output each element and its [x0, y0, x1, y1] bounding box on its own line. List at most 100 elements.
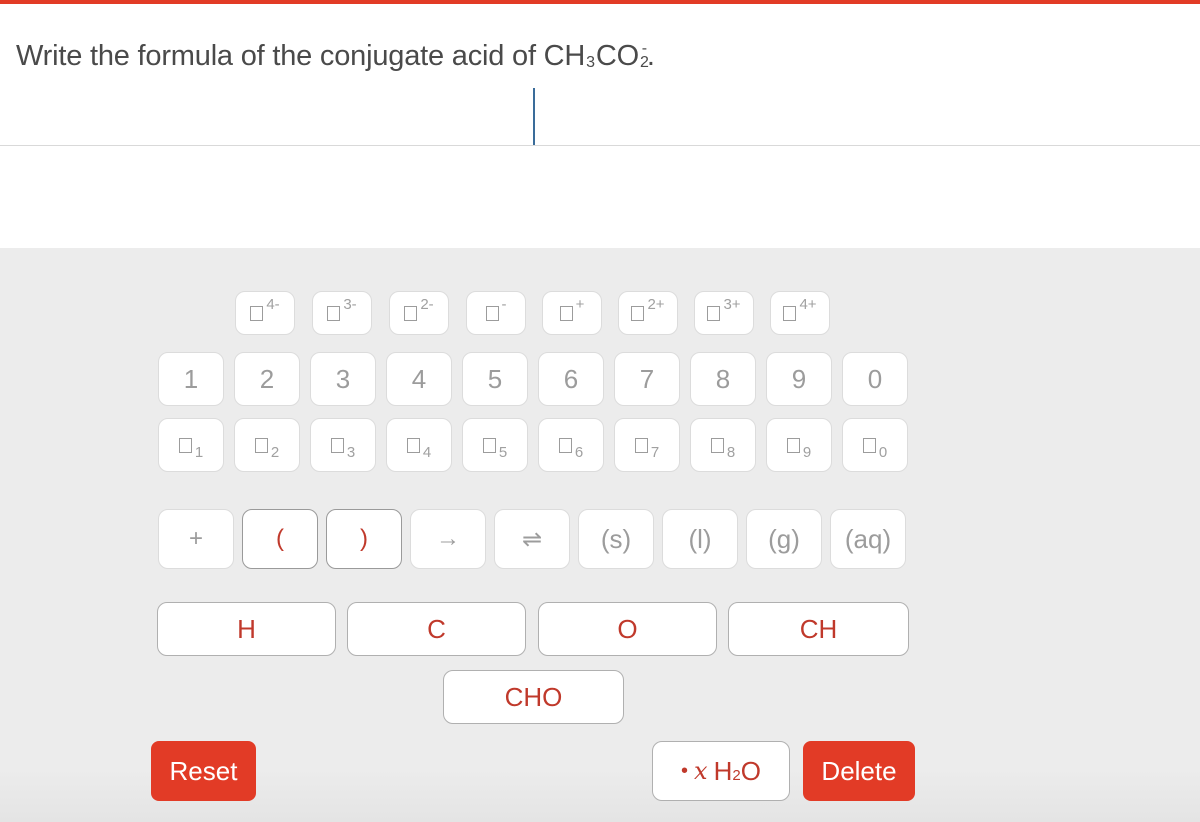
key-label: 4+: [799, 295, 817, 313]
liquid-state-button[interactable]: (l): [662, 509, 738, 569]
formula-palette: 4- 3- 2- - + 2+ 3+ 4+ 1 2 3 4 5 6 7 8 9 …: [0, 248, 1200, 822]
open-paren-button[interactable]: (: [242, 509, 318, 569]
key-label: 8: [715, 363, 731, 394]
key-label: x: [694, 757, 708, 785]
superscript-2plus-button[interactable]: 2+: [618, 291, 678, 335]
subscript-3-button[interactable]: 3: [310, 418, 376, 472]
key-label: 0: [878, 443, 888, 461]
key-label: (g): [768, 523, 800, 554]
subscript-9-button[interactable]: 9: [766, 418, 832, 472]
key-label: 0: [867, 363, 883, 394]
digit-3-button[interactable]: 3: [310, 352, 376, 406]
key-label: 4-: [266, 295, 280, 313]
placeholder-box-icon: [707, 305, 721, 321]
key-label: 5: [498, 443, 508, 461]
superscript-minus-button[interactable]: -: [466, 291, 526, 335]
digit-5-button[interactable]: 5: [462, 352, 528, 406]
placeholder-box-icon: [406, 437, 420, 453]
superscript-2minus-button[interactable]: 2-: [389, 291, 449, 335]
formula-charge: -: [641, 40, 647, 57]
digit-4-button[interactable]: 4: [386, 352, 452, 406]
key-label: O: [740, 755, 761, 786]
key-label: 7: [639, 363, 655, 394]
superscript-4plus-button[interactable]: 4+: [770, 291, 830, 335]
aqueous-state-button[interactable]: (aq): [830, 509, 906, 569]
digit-7-button[interactable]: 7: [614, 352, 680, 406]
digit-8-button[interactable]: 8: [690, 352, 756, 406]
key-label: (s): [600, 523, 632, 554]
digit-6-button[interactable]: 6: [538, 352, 604, 406]
subscript-4-button[interactable]: 4: [386, 418, 452, 472]
key-label: (l): [688, 523, 712, 554]
hydrate-water-button[interactable]: • x H 2 O: [652, 741, 790, 801]
placeholder-box-icon: [786, 437, 800, 453]
key-label: 2-: [420, 295, 434, 313]
key-subscript: 2: [732, 766, 741, 784]
key-label: ): [360, 525, 368, 552]
key-label: 4: [422, 443, 432, 461]
solid-state-button[interactable]: (s): [578, 509, 654, 569]
equilibrium-arrow-button[interactable]: ⇌: [494, 509, 570, 569]
digit-0-button[interactable]: 0: [842, 352, 908, 406]
key-label: 3: [346, 443, 356, 461]
subscript-0-button[interactable]: 0: [842, 418, 908, 472]
key-label: O: [617, 613, 638, 644]
question-formula: CH3CO2-: [544, 40, 649, 72]
right-arrow-icon: →: [436, 525, 460, 552]
key-label: 5: [487, 363, 503, 394]
key-label: 3-: [343, 295, 357, 313]
answer-input-underline[interactable]: [0, 145, 1200, 146]
question-text: Write the formula of the conjugate acid …: [16, 40, 655, 73]
subscript-6-button[interactable]: 6: [538, 418, 604, 472]
subscript-7-button[interactable]: 7: [614, 418, 680, 472]
digit-1-button[interactable]: 1: [158, 352, 224, 406]
key-label: -: [501, 295, 507, 313]
group-cho-button[interactable]: CHO: [443, 670, 624, 724]
digit-9-button[interactable]: 9: [766, 352, 832, 406]
placeholder-box-icon: [559, 305, 573, 321]
key-label: Reset: [169, 755, 238, 786]
answer-text-cursor: [533, 88, 535, 145]
key-label: CHO: [504, 681, 563, 712]
subscript-5-button[interactable]: 5: [462, 418, 528, 472]
key-label: 1: [194, 443, 204, 461]
bullet-dot-icon: •: [681, 759, 689, 782]
placeholder-box-icon: [178, 437, 192, 453]
element-o-button[interactable]: O: [538, 602, 717, 656]
formula-part: CO: [595, 40, 639, 72]
placeholder-box-icon: [330, 437, 344, 453]
placeholder-box-icon: [631, 305, 645, 321]
subscript-2-button[interactable]: 2: [234, 418, 300, 472]
subscript-8-button[interactable]: 8: [690, 418, 756, 472]
gas-state-button[interactable]: (g): [746, 509, 822, 569]
equilibrium-arrows-icon: ⇌: [521, 525, 543, 553]
plus-icon: +: [188, 525, 203, 552]
element-c-button[interactable]: C: [347, 602, 526, 656]
reset-button[interactable]: Reset: [151, 741, 256, 801]
delete-button[interactable]: Delete: [803, 741, 915, 801]
key-label: C: [427, 613, 446, 644]
element-h-button[interactable]: H: [157, 602, 336, 656]
superscript-4minus-button[interactable]: 4-: [235, 291, 295, 335]
group-ch-button[interactable]: CH: [728, 602, 909, 656]
reaction-arrow-button[interactable]: →: [410, 509, 486, 569]
plus-button[interactable]: +: [158, 509, 234, 569]
placeholder-box-icon: [783, 305, 797, 321]
top-accent-bar: [0, 0, 1200, 4]
key-label: 1: [183, 363, 199, 394]
subscript-1-button[interactable]: 1: [158, 418, 224, 472]
placeholder-box-icon: [862, 437, 876, 453]
placeholder-box-icon: [485, 305, 499, 321]
placeholder-box-icon: [482, 437, 496, 453]
key-label: 4: [411, 363, 427, 394]
superscript-3minus-button[interactable]: 3-: [312, 291, 372, 335]
digit-2-button[interactable]: 2: [234, 352, 300, 406]
key-label: (aq): [844, 523, 892, 554]
key-label: (: [276, 525, 284, 552]
key-label: 7: [650, 443, 660, 461]
key-label: 9: [802, 443, 812, 461]
superscript-plus-button[interactable]: +: [542, 291, 602, 335]
key-label: H: [237, 613, 256, 644]
close-paren-button[interactable]: ): [326, 509, 402, 569]
superscript-3plus-button[interactable]: 3+: [694, 291, 754, 335]
